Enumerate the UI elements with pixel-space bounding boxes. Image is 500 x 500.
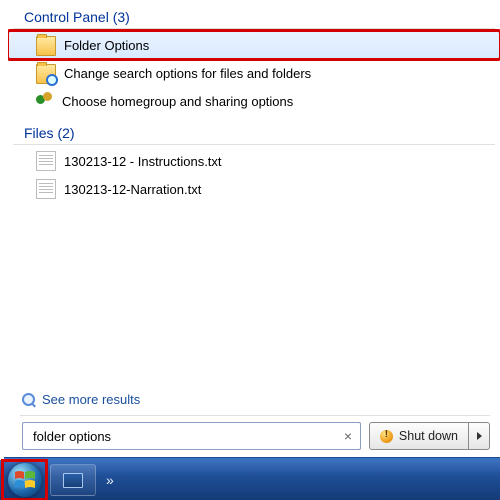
shutdown-shield-icon [380,430,393,443]
homegroup-icon [36,92,54,110]
monitor-icon [63,473,83,488]
shutdown-options-button[interactable] [469,422,490,450]
folder-options-icon [36,36,56,56]
group-header-control-panel: Control Panel (3) [8,7,500,28]
taskbar: » [0,460,500,500]
search-results: Control Panel (3) Folder Options Change … [8,0,500,388]
windows-logo-icon [14,469,36,491]
start-button-highlight [2,460,47,500]
taskbar-item-explorer[interactable] [50,464,96,496]
result-folder-options[interactable]: Folder Options [8,31,500,59]
result-homegroup-sharing[interactable]: Choose homegroup and sharing options [8,87,500,115]
result-label: Change search options for files and fold… [64,66,311,81]
magnifier-icon [22,393,36,407]
start-menu-panel: Control Panel (3) Folder Options Change … [8,0,500,460]
result-label: Choose homegroup and sharing options [62,94,293,109]
search-input[interactable] [31,428,340,445]
search-box[interactable]: × [22,422,361,450]
result-label: 130213-12-Narration.txt [64,182,201,197]
start-button[interactable] [8,463,42,497]
result-file-instructions[interactable]: 130213-12 - Instructions.txt [8,147,500,175]
group-header-files: Files (2) [8,123,500,144]
divider [13,28,495,29]
see-more-results-label: See more results [42,392,140,407]
divider [13,144,495,145]
clear-search-icon[interactable]: × [340,428,356,444]
shutdown-split-button: Shut down [369,422,490,450]
see-more-results[interactable]: See more results [8,388,500,415]
start-menu-bottom-row: × Shut down [8,416,500,460]
taskbar-overflow-button[interactable]: » [106,472,112,488]
result-file-narration[interactable]: 130213-12-Narration.txt [8,175,500,203]
text-file-icon [36,179,56,199]
result-change-search-options[interactable]: Change search options for files and fold… [8,59,500,87]
folder-search-icon [36,64,56,84]
shutdown-label: Shut down [399,429,458,443]
result-label: Folder Options [64,38,149,53]
text-file-icon [36,151,56,171]
result-label: 130213-12 - Instructions.txt [64,154,222,169]
chevron-right-icon [477,432,482,440]
shutdown-button[interactable]: Shut down [369,422,469,450]
